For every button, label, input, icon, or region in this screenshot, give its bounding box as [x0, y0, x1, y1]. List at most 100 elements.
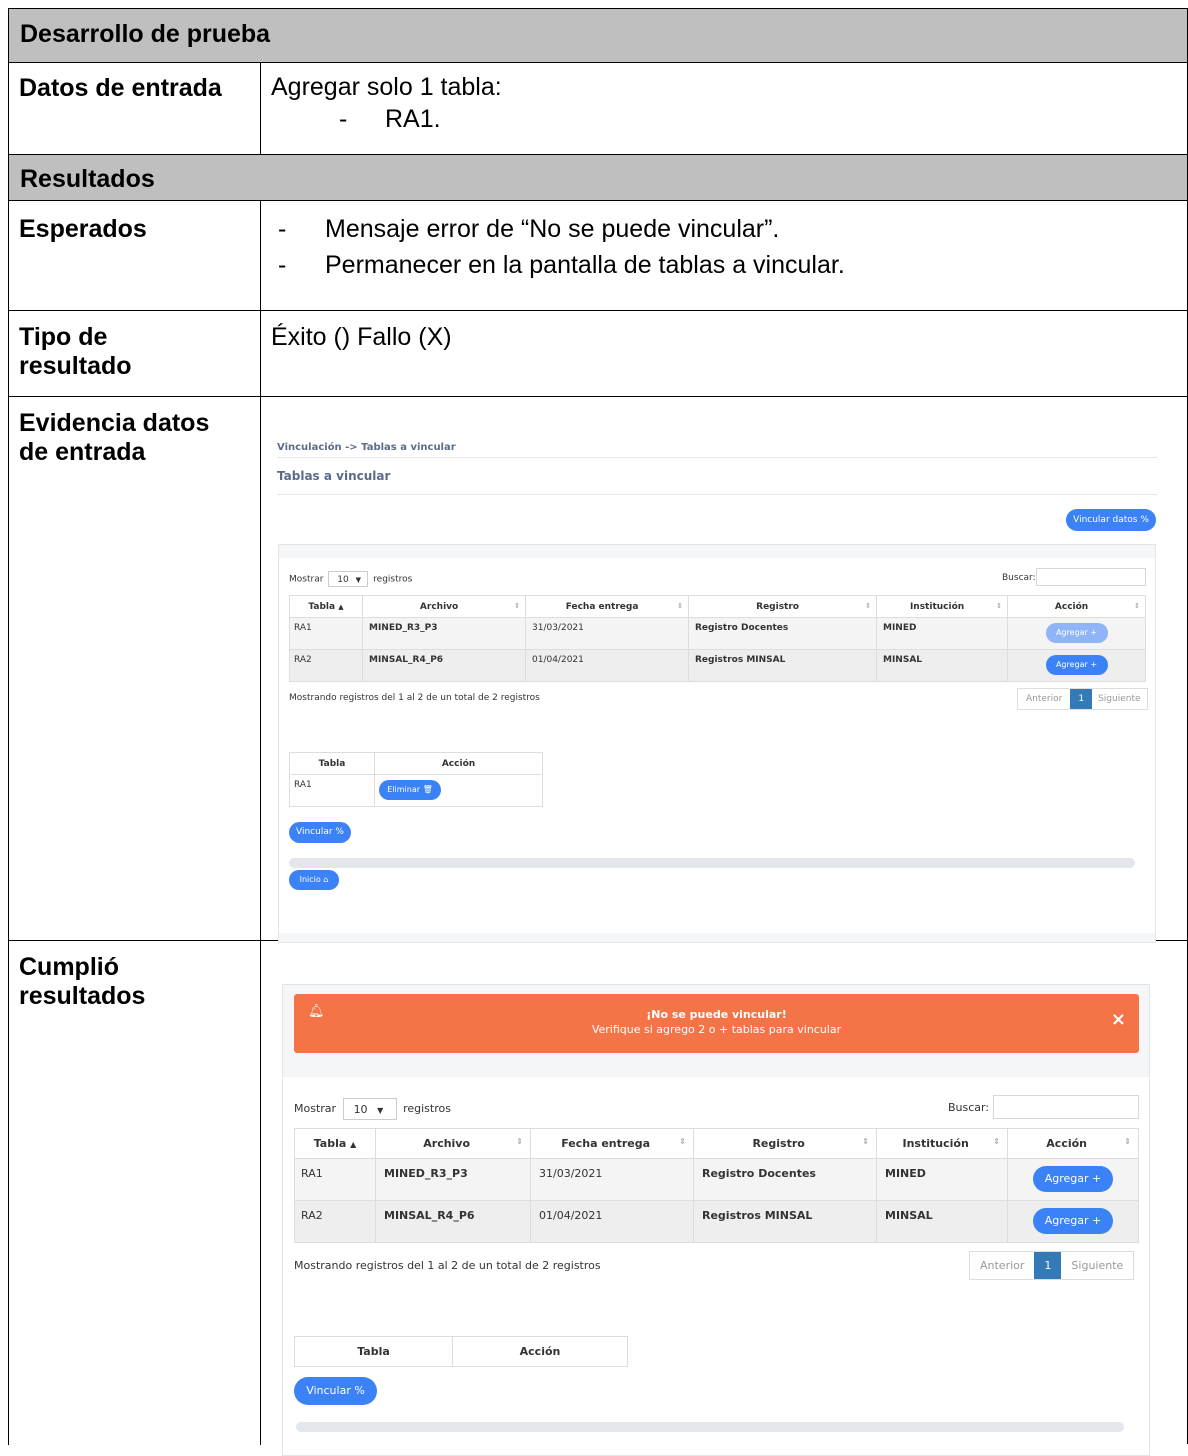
chevron-down-icon: ▼ [377, 1106, 384, 1115]
cumplio-label-line: resultados [19, 982, 146, 1010]
sort-icon: ⇕ [865, 601, 871, 610]
col-header[interactable]: Institución [903, 1137, 969, 1150]
cell: Registro Docentes [693, 1158, 877, 1201]
agregar-button[interactable]: Agregar + [1045, 655, 1108, 675]
search-label: Buscar: [948, 1101, 990, 1114]
header-title: Desarrollo de prueba [20, 20, 271, 48]
col-header[interactable]: Tabla [314, 1137, 347, 1150]
col-header: Tabla [289, 752, 375, 775]
entrada-bullet: - [339, 105, 348, 133]
eliminar-button[interactable]: Eliminar 🗑 [379, 780, 441, 800]
horizontal-scrollbar[interactable] [289, 858, 1135, 868]
evidencia-screenshot: Vinculación -> Tablas a vincular Tablas … [262, 397, 1188, 943]
entrada-line: Agregar solo 1 tabla: [271, 73, 502, 101]
cell: RA2 [294, 1200, 376, 1243]
page-size-select[interactable]: 10 ▼ [342, 1098, 397, 1120]
test-document: Desarrollo de prueba Datos de entrada Ag… [8, 8, 1188, 1456]
evidencia-label-line: Evidencia datos [19, 409, 210, 437]
col-header[interactable]: Acción [1046, 1137, 1087, 1150]
sort-icon: ⇕ [679, 1137, 686, 1146]
header-row: Desarrollo de prueba [9, 9, 1188, 63]
sort-icon: ⇕ [862, 1137, 869, 1146]
prev-page-button[interactable]: Anterior [1018, 689, 1070, 709]
cumplio-label-line: Cumplió [19, 953, 119, 981]
close-icon[interactable]: × [1111, 1009, 1126, 1030]
evidencia-label-line: de entrada [19, 438, 146, 466]
cell: MINSAL_R4_P6 [362, 649, 526, 682]
cumplio-screenshot: 🔔︎ ¡No se puede vincular! Verifique si a… [262, 941, 1188, 1456]
mostrar-label: Mostrar [289, 574, 324, 585]
page-1-button[interactable]: 1 [1034, 1252, 1062, 1279]
next-page-button[interactable]: Siguiente [1092, 689, 1146, 709]
esperados-item: Permanecer en la pantalla de tablas a vi… [325, 251, 845, 279]
col-header[interactable]: Archivo [420, 602, 458, 612]
col-header[interactable]: Institución [910, 602, 964, 612]
prev-page-button[interactable]: Anterior [970, 1252, 1034, 1279]
mostrar-label: Mostrar [294, 1102, 337, 1115]
cell: RA1 [289, 774, 375, 807]
page-size-select[interactable]: 10 ▼ [328, 571, 369, 587]
next-page-button[interactable]: Siguiente [1061, 1252, 1133, 1279]
tipo-label: Tipo de resultado [9, 311, 261, 396]
chevron-down-icon: ▼ [355, 576, 361, 584]
vincular-button[interactable]: Vincular % [289, 822, 351, 843]
cell: 01/04/2021 [525, 649, 689, 682]
table-row: RA1 MINED_R3_P3 31/03/2021 Registro Doce… [294, 1158, 1139, 1201]
cell: RA2 [289, 649, 363, 682]
search-input[interactable] [993, 1095, 1139, 1119]
sort-icon: ⇕ [1124, 1137, 1131, 1146]
table-info: Mostrando registros del 1 al 2 de un tot… [294, 1259, 601, 1272]
resultados-title: Resultados [20, 165, 155, 193]
sort-asc-icon: ▲ [350, 1140, 357, 1149]
vincular-datos-button[interactable]: Vincular datos % [1066, 509, 1156, 531]
col-header[interactable]: Fecha entrega [561, 1137, 650, 1150]
inicio-button[interactable]: Inicio ⌂ [289, 870, 339, 890]
tipo-row: Tipo de resultado Éxito () Fallo (X) [9, 311, 1188, 397]
data-table: Tabla ▲ Archivo ⇕ Fecha entrega ⇕ Regist… [289, 595, 1146, 682]
sort-icon: ⇕ [677, 601, 683, 610]
sort-icon: ⇕ [514, 601, 520, 610]
cell: RA1 [289, 617, 363, 650]
page-size-control: Mostrar 10 ▼ registros [294, 1098, 451, 1120]
esperados-bullet: - [278, 251, 287, 279]
evidencia-label: Evidencia datos de entrada [9, 397, 261, 940]
alert-text: Verifique si agrego 2 o + tablas para vi… [591, 1023, 842, 1036]
esperados-content: - Mensaje error de “No se puede vincular… [262, 201, 1188, 310]
data-panel: Mostrar 10 ▼ registros Buscar: Tabla ▲ A… [278, 544, 1156, 943]
search-label: Buscar: [1002, 573, 1036, 583]
entrada-label: Datos de entrada [9, 63, 261, 154]
error-alert: 🔔︎ ¡No se puede vincular! Verifique si a… [294, 994, 1139, 1053]
cell: MINED_R3_P3 [375, 1158, 531, 1201]
horizontal-scrollbar[interactable] [296, 1422, 1124, 1432]
cell: 31/03/2021 [530, 1158, 694, 1201]
search-input[interactable] [1036, 568, 1146, 586]
col-header[interactable]: Registro [752, 1137, 804, 1150]
sort-asc-icon: ▲ [338, 602, 344, 611]
page-title: Tablas a vincular [277, 469, 391, 483]
breadcrumb[interactable]: Vinculación -> Tablas a vincular [277, 442, 456, 453]
tipo-label-line: Tipo de [19, 323, 108, 351]
esperados-bullet: - [278, 215, 287, 243]
col-header[interactable]: Archivo [423, 1137, 470, 1150]
agregar-button[interactable]: Agregar + [1033, 1208, 1113, 1234]
cell: 01/04/2021 [530, 1200, 694, 1243]
page-size-control: Mostrar 10 ▼ registros [289, 571, 412, 587]
col-header[interactable]: Tabla [308, 602, 335, 612]
data-table: Tabla ▲ Archivo ⇕ Fecha entrega ⇕ Regist… [294, 1128, 1139, 1243]
pagination: Anterior 1 Siguiente [1017, 688, 1148, 710]
vincular-button[interactable]: Vincular % [294, 1377, 377, 1405]
col-header[interactable]: Registro [756, 602, 799, 612]
col-header[interactable]: Acción [1055, 602, 1088, 612]
resultados-row: Resultados [9, 155, 1188, 201]
selected-header-row: Tabla Acción [294, 1336, 628, 1367]
esperados-label: Esperados [9, 201, 261, 310]
agregar-button[interactable]: Agregar + [1033, 1166, 1113, 1192]
entrada-content: Agregar solo 1 tabla: - RA1. [262, 63, 1188, 154]
col-header: Tabla [294, 1336, 453, 1367]
table-header-row: Tabla ▲ Archivo ⇕ Fecha entrega ⇕ Regist… [289, 595, 1146, 618]
selected-table: Tabla Acción [294, 1336, 628, 1367]
registros-label: registros [403, 1102, 451, 1115]
page-1-button[interactable]: 1 [1070, 689, 1093, 709]
col-header[interactable]: Fecha entrega [566, 602, 639, 612]
agregar-button[interactable]: Agregar + [1045, 623, 1108, 643]
